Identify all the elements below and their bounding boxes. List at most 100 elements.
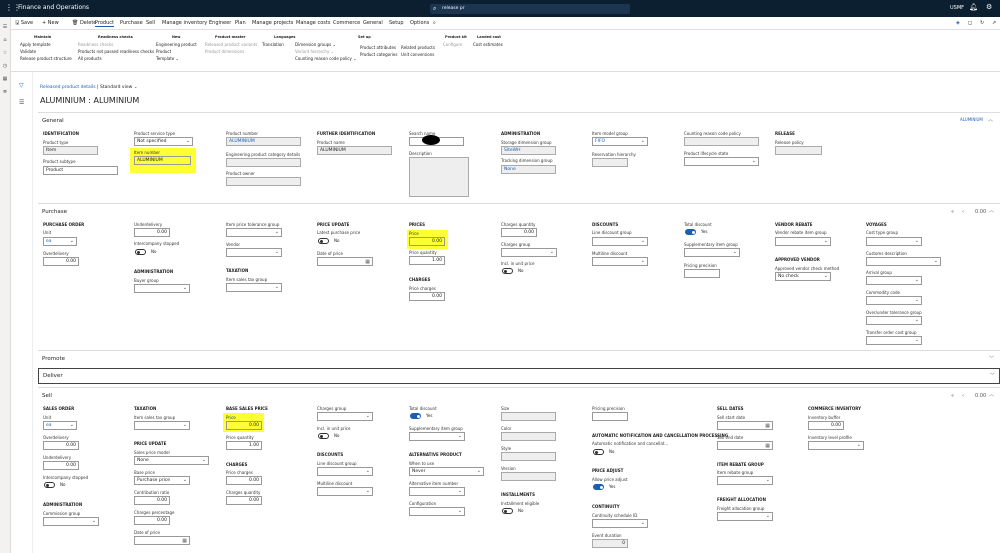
sales-multiline-discount-select[interactable] (317, 487, 373, 496)
apply-template-button[interactable]: Apply template (20, 42, 72, 47)
product-categories-button[interactable]: Product categories (360, 52, 397, 57)
purchase-price-field[interactable]: 0.00 (409, 237, 445, 246)
vendor-rebate-select[interactable] (775, 237, 831, 246)
section-header[interactable]: Promote (42, 356, 65, 362)
inventory-buffer-field[interactable]: 0.00 (808, 421, 844, 430)
purchase-incl-unit-price-toggle[interactable] (502, 268, 513, 274)
sales-underdelivery-field[interactable]: 0.00 (43, 461, 79, 470)
chevron-down-icon[interactable]: ﹀ (989, 355, 994, 362)
allow-price-adjust-toggle[interactable] (593, 484, 604, 490)
variants-button[interactable]: Released product variants (205, 42, 257, 47)
purchase-total-discount-toggle[interactable] (685, 229, 696, 235)
delete-button[interactable]: 🗑︎ Delete (72, 20, 96, 26)
sales-charges-group-select[interactable] (317, 412, 373, 421)
item-number-field[interactable]: ALUMINIUM (134, 156, 191, 165)
purchase-overdelivery-field[interactable]: 0.00 (43, 257, 79, 266)
sales-price-quantity-field[interactable]: 1.00 (226, 441, 262, 450)
chevron-up-icon[interactable]: ︿ (988, 116, 993, 123)
release-structure-button[interactable]: Release product structure (20, 56, 72, 61)
bell-icon[interactable]: 🔔︎ (969, 3, 978, 11)
purchase-charges-quantity-field[interactable]: 0.00 (501, 228, 537, 237)
cost-estimates-button[interactable]: Cost estimates (473, 42, 503, 47)
purchase-supplementary-select[interactable] (684, 248, 740, 257)
sales-total-discount-toggle[interactable] (410, 413, 421, 419)
view-selector[interactable]: Standard view (100, 85, 132, 90)
readiness-checks-button[interactable]: Readiness checks (78, 42, 154, 47)
new-button[interactable]: + New (42, 20, 59, 26)
sales-incl-unit-price-toggle[interactable] (318, 433, 329, 439)
charges-percentage-field[interactable]: 0.00 (134, 516, 170, 525)
purchase-tax-group-select[interactable] (226, 283, 282, 292)
when-to-use-select[interactable]: Never (409, 467, 484, 476)
tab-options[interactable]: Options (410, 20, 429, 26)
popout-icon[interactable]: ⇗ (992, 20, 996, 26)
alternative-item-select[interactable] (409, 487, 465, 496)
purchase-date-of-price-field[interactable] (317, 257, 373, 266)
translation-button[interactable]: Translation (262, 42, 295, 47)
price-tolerance-select[interactable] (226, 228, 282, 237)
contribution-ratio-field[interactable]: 0.00 (134, 496, 170, 505)
freight-allocation-select[interactable] (717, 512, 773, 521)
tab-commerce[interactable]: Commerce (333, 20, 360, 26)
sales-charges-quantity-field[interactable]: 0.00 (226, 496, 262, 505)
tab-purchase[interactable]: Purchase (120, 20, 143, 26)
tab-manage-projects[interactable]: Manage projects (252, 20, 293, 26)
tab-engineer[interactable]: Engineer (209, 20, 231, 26)
item-model-group-select[interactable]: FIFO (592, 137, 648, 146)
filter-icon[interactable]: ▽ (19, 82, 32, 89)
installment-eligible-toggle[interactable] (502, 508, 513, 514)
section-header[interactable]: Sell (42, 393, 52, 399)
purchase-price-charges-field[interactable]: 0.00 (409, 292, 445, 301)
home-icon[interactable]: ⌂ (0, 37, 10, 43)
purchase-charges-group-select[interactable] (501, 248, 557, 257)
buyer-group-select[interactable] (134, 284, 190, 293)
sell-start-date-field[interactable] (717, 421, 773, 430)
sell-end-date-field[interactable] (717, 441, 773, 450)
tab-sell[interactable]: Sell (146, 20, 155, 26)
continuity-schedule-select[interactable] (592, 519, 648, 528)
save-button[interactable]: 🖫︎ Save (15, 20, 33, 28)
chevron-down-icon[interactable]: ﹀ (990, 372, 995, 379)
attach-icon[interactable]: ◈ (956, 20, 960, 26)
arrival-group-select[interactable] (866, 276, 922, 285)
purchase-line-discount-select[interactable] (592, 237, 648, 246)
product-number-field[interactable]: ALUMINIUM (226, 137, 301, 146)
tracking-dimension-field[interactable]: None (501, 165, 556, 174)
sales-price-model-select[interactable]: None (134, 456, 209, 465)
workspace-icon[interactable]: ▦ (0, 76, 10, 82)
section-header[interactable]: General (42, 118, 64, 124)
nav-next-icon[interactable]: ‹ (962, 209, 964, 215)
validate-button[interactable]: Validate (20, 49, 72, 54)
purchase-pricing-precision-field[interactable] (684, 269, 720, 278)
commodity-code-select[interactable] (866, 296, 922, 305)
product-attributes-button[interactable]: Product attributes (360, 45, 397, 50)
item-rebate-select[interactable] (717, 476, 773, 485)
search-input[interactable]: ⌕ release pr (430, 4, 630, 14)
nav-next-icon[interactable]: ‹ (962, 393, 964, 399)
configuration-select[interactable] (409, 507, 465, 516)
product-service-type-select[interactable]: Not specified (134, 137, 193, 146)
sales-intercompany-toggle[interactable] (44, 482, 55, 488)
all-products-button[interactable]: All products (78, 56, 154, 61)
storage-dimension-field[interactable]: SiteWH (501, 146, 556, 155)
auto-notification-toggle[interactable] (593, 449, 604, 455)
chevron-up-icon[interactable]: ︿ (989, 391, 994, 398)
breadcrumb-link[interactable]: Released product details (40, 85, 96, 90)
list-icon[interactable]: ☰ (19, 99, 32, 106)
tab-general[interactable]: General (363, 20, 383, 26)
approved-vendor-method-select[interactable]: No check (775, 272, 831, 281)
hamburger-icon[interactable]: ☰ (0, 24, 10, 30)
sales-price-charges-field[interactable]: 0.00 (226, 476, 262, 485)
vendor-select[interactable] (226, 248, 282, 257)
tab-manage-inventory[interactable]: Manage inventory (162, 20, 207, 26)
new-product-button[interactable]: Product (156, 49, 197, 54)
purchase-price-quantity-field[interactable]: 1.00 (409, 256, 445, 265)
section-header[interactable]: Purchase (42, 209, 67, 215)
company-picker[interactable]: USMF (950, 5, 964, 11)
modules-icon[interactable]: ≣ (0, 89, 10, 95)
sales-unit-select[interactable]: ea (43, 421, 77, 430)
latest-purchase-price-toggle[interactable] (318, 238, 329, 244)
purchase-multiline-discount-select[interactable] (592, 257, 648, 266)
star-icon[interactable]: ☆ (0, 50, 10, 56)
chevron-up-icon[interactable]: ︿ (989, 207, 994, 214)
